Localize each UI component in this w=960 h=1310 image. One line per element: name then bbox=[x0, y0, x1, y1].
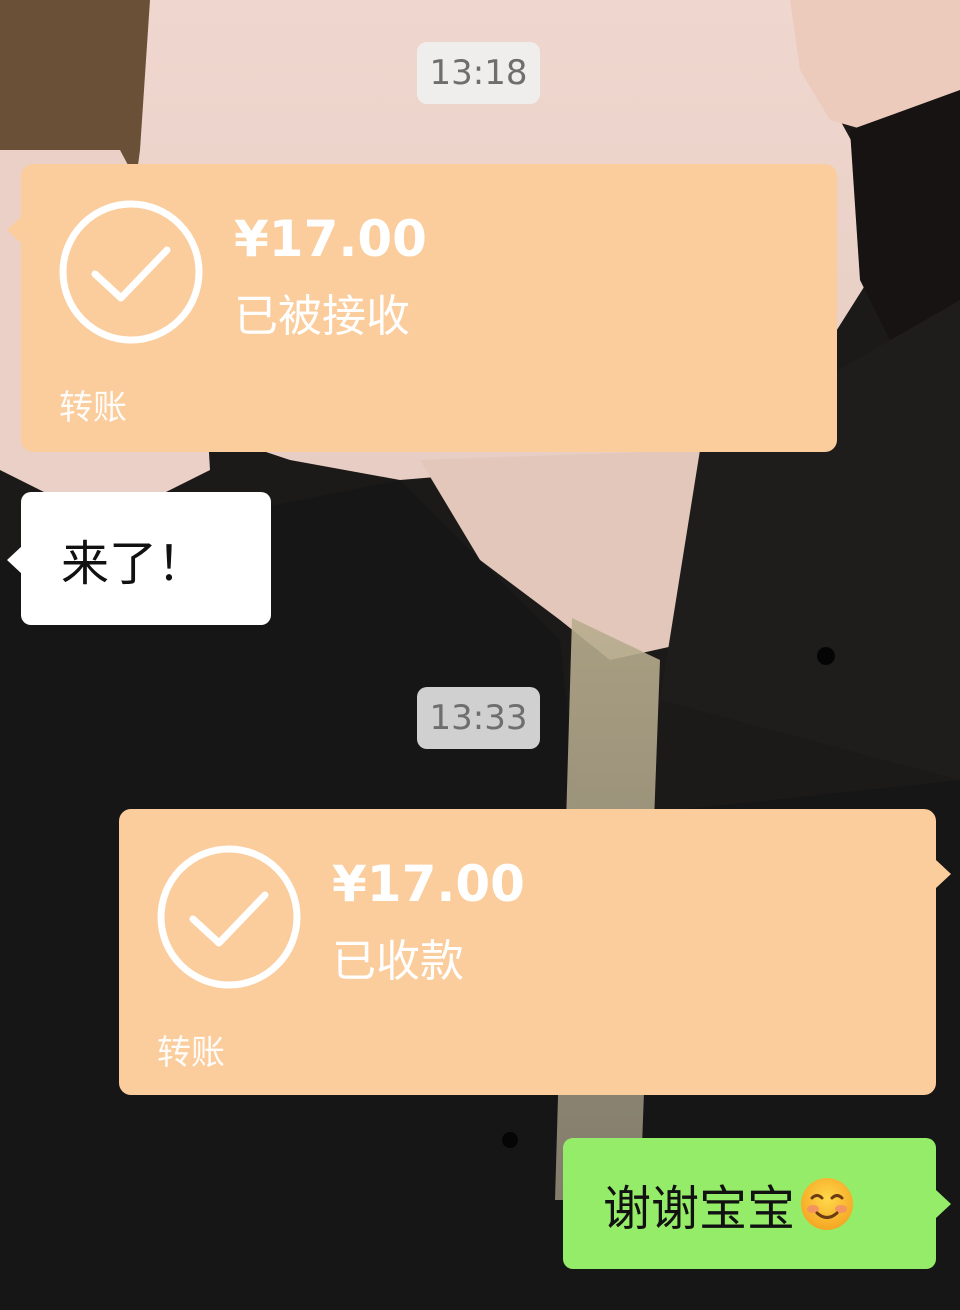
smiling-face-emoji bbox=[801, 1177, 854, 1230]
timestamp: 13:18 bbox=[417, 42, 540, 104]
check-circle-icon bbox=[59, 200, 203, 344]
message-bubble-incoming[interactable]: 来了！ bbox=[21, 492, 271, 625]
check-circle-icon bbox=[157, 845, 301, 989]
transfer-amount: ¥17.00 bbox=[234, 210, 427, 268]
transfer-label: 转账 bbox=[157, 1033, 225, 1073]
bubble-tail bbox=[7, 216, 22, 244]
bubble-tail bbox=[936, 860, 951, 888]
bubble-tail bbox=[936, 1190, 951, 1218]
message-text: 谢谢宝宝 bbox=[603, 1180, 796, 1237]
transfer-card-incoming[interactable]: ¥17.00 已被接收 转账 bbox=[21, 164, 837, 452]
transfer-status: 已被接收 bbox=[234, 291, 410, 342]
bubble-tail bbox=[7, 546, 22, 574]
transfer-status: 已收款 bbox=[332, 936, 464, 987]
message-text: 来了！ bbox=[61, 535, 206, 592]
transfer-amount: ¥17.00 bbox=[332, 855, 525, 913]
message-bubble-outgoing[interactable]: 谢谢宝宝 bbox=[563, 1138, 936, 1269]
timestamp: 13:33 bbox=[417, 687, 540, 749]
transfer-label: 转账 bbox=[59, 388, 127, 428]
transfer-card-outgoing[interactable]: ¥17.00 已收款 转账 bbox=[119, 809, 936, 1095]
